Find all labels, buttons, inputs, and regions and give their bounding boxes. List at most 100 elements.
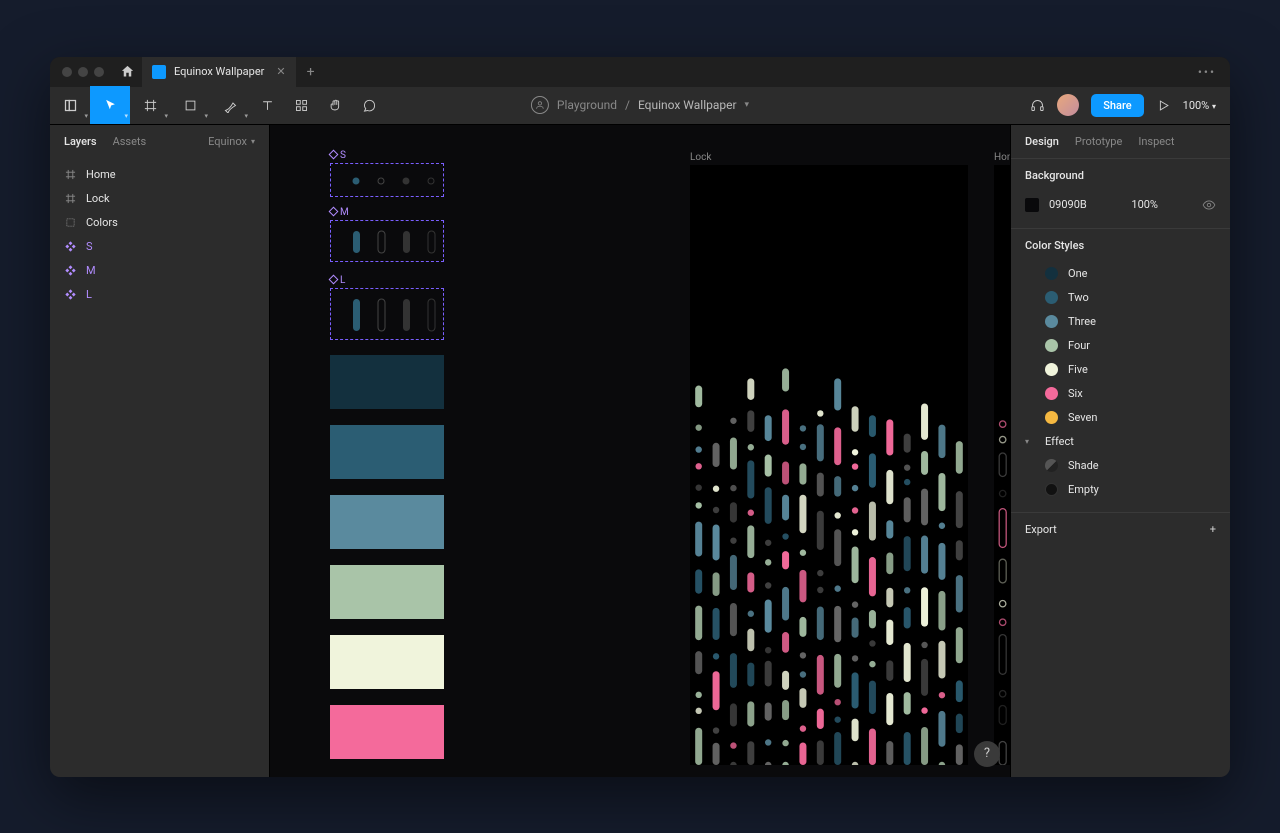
frame-tool[interactable]: ▾ (130, 86, 170, 124)
home-icon[interactable] (116, 61, 138, 83)
component-icon (64, 241, 76, 253)
present-icon[interactable] (1156, 98, 1171, 113)
color-style-four[interactable]: Four (1025, 334, 1216, 358)
tab-layers[interactable]: Layers (64, 135, 97, 148)
tab-prototype[interactable]: Prototype (1075, 135, 1122, 148)
component-l[interactable] (330, 288, 444, 340)
color-styles-label: Color Styles (1025, 239, 1216, 252)
help-button[interactable]: ? (974, 741, 1000, 767)
style-swatch (1045, 387, 1058, 400)
traffic-light-min[interactable] (78, 67, 88, 77)
headphones-icon[interactable] (1030, 98, 1045, 113)
frame-lock[interactable] (690, 165, 968, 765)
bg-swatch[interactable] (1025, 198, 1039, 212)
swatch-4[interactable] (330, 635, 444, 689)
swatch-1[interactable] (330, 425, 444, 479)
swatch-2[interactable] (330, 495, 444, 549)
tools-right: Share 100% ▾ (1030, 94, 1230, 117)
layer-label: L (86, 288, 92, 301)
tab-title: Equinox Wallpaper (174, 65, 264, 78)
color-style-two[interactable]: Two (1025, 286, 1216, 310)
layer-label: S (86, 240, 93, 253)
style-shade[interactable]: Shade (1025, 454, 1216, 478)
tab-design[interactable]: Design (1025, 135, 1059, 148)
shade-label: Shade (1068, 459, 1099, 472)
comment-tool[interactable] (352, 86, 386, 124)
frame-icon (64, 193, 76, 205)
tab-assets[interactable]: Assets (113, 135, 147, 148)
breadcrumb[interactable]: Playground / Equinox Wallpaper ▾ (531, 96, 749, 114)
traffic-light-max[interactable] (94, 67, 104, 77)
canvas[interactable]: S M L Lock Home (270, 125, 1010, 777)
empty-swatch (1045, 483, 1058, 496)
style-name: Five (1068, 363, 1088, 376)
zoom-level[interactable]: 100% ▾ (1183, 99, 1216, 112)
chevron-down-icon[interactable]: ▾ (745, 100, 750, 110)
shade-swatch (1045, 459, 1058, 472)
component-label-l[interactable]: L (330, 275, 345, 286)
color-style-one[interactable]: One (1025, 262, 1216, 286)
close-icon[interactable]: ✕ (276, 65, 285, 78)
left-panel: Layers Assets Equinox▾ Home Lock Colors (50, 125, 270, 777)
layer-m[interactable]: M (50, 259, 269, 283)
effect-label: Effect (1045, 435, 1074, 448)
background-label: Background (1025, 169, 1216, 182)
component-label-m[interactable]: M (330, 207, 349, 218)
text-tool[interactable] (250, 86, 284, 124)
layer-home[interactable]: Home (50, 163, 269, 187)
bg-opacity[interactable]: 100% (1131, 198, 1158, 211)
move-tool[interactable]: ▾ (90, 86, 130, 124)
toolbar: ▾ ▾ ▾ ▾ ▾ (50, 87, 1230, 125)
tools-left: ▾ ▾ ▾ ▾ ▾ (50, 87, 386, 124)
share-button[interactable]: Share (1091, 94, 1143, 117)
traffic-light-close[interactable] (62, 67, 72, 77)
right-panel-tabs: Design Prototype Inspect (1011, 125, 1230, 159)
avatar[interactable] (1057, 94, 1079, 116)
style-swatch (1045, 315, 1058, 328)
titlebar: Equinox Wallpaper ✕ + ••• (50, 57, 1230, 87)
component-label-s[interactable]: S (330, 150, 346, 161)
main-menu-button[interactable]: ▾ (50, 86, 90, 124)
section-color-styles: Color Styles One Two Three Four Five SixSeven… (1011, 229, 1230, 513)
window-controls[interactable] (50, 67, 116, 77)
bg-hex[interactable]: 09090B (1049, 198, 1087, 211)
tab-inspect[interactable]: Inspect (1138, 135, 1174, 148)
layer-l[interactable]: L (50, 283, 269, 307)
layer-label: M (86, 264, 96, 277)
hand-tool[interactable] (318, 86, 352, 124)
color-style-seven[interactable]: Seven (1025, 406, 1216, 430)
color-style-six[interactable]: Six (1025, 382, 1216, 406)
layer-colors[interactable]: Colors (50, 211, 269, 235)
component-s[interactable] (330, 163, 444, 197)
component-m[interactable] (330, 220, 444, 262)
tab-equinox[interactable]: Equinox Wallpaper ✕ (142, 57, 296, 87)
new-tab-button[interactable]: + (296, 64, 326, 80)
frame-home[interactable] (994, 165, 1010, 765)
color-style-five[interactable]: Five (1025, 358, 1216, 382)
layer-s[interactable]: S (50, 235, 269, 259)
style-name: Two (1068, 291, 1089, 304)
color-style-three[interactable]: Three (1025, 310, 1216, 334)
section-export[interactable]: Export + (1011, 513, 1230, 546)
swatch-5[interactable] (330, 705, 444, 759)
plus-icon[interactable]: + (1210, 523, 1216, 536)
style-swatch (1045, 267, 1058, 280)
style-name: Four (1068, 339, 1090, 352)
swatch-0[interactable] (330, 355, 444, 409)
frame-label-home[interactable]: Home (994, 152, 1010, 163)
eye-icon[interactable] (1202, 198, 1216, 212)
style-effect[interactable]: ▾ Effect (1025, 430, 1216, 454)
layer-label: Home (86, 168, 116, 181)
shape-tool[interactable]: ▾ (170, 86, 210, 124)
resources-tool[interactable] (284, 86, 318, 124)
group-icon (64, 217, 76, 229)
layer-label: Lock (86, 192, 110, 205)
frame-label-lock[interactable]: Lock (690, 152, 711, 163)
pen-tool[interactable]: ▾ (210, 86, 250, 124)
style-name: Three (1068, 315, 1096, 328)
style-empty[interactable]: Empty (1025, 478, 1216, 502)
layer-lock[interactable]: Lock (50, 187, 269, 211)
page-selector[interactable]: Equinox▾ (208, 135, 255, 148)
swatch-3[interactable] (330, 565, 444, 619)
figma-menu-icon[interactable]: ••• (1184, 65, 1230, 79)
